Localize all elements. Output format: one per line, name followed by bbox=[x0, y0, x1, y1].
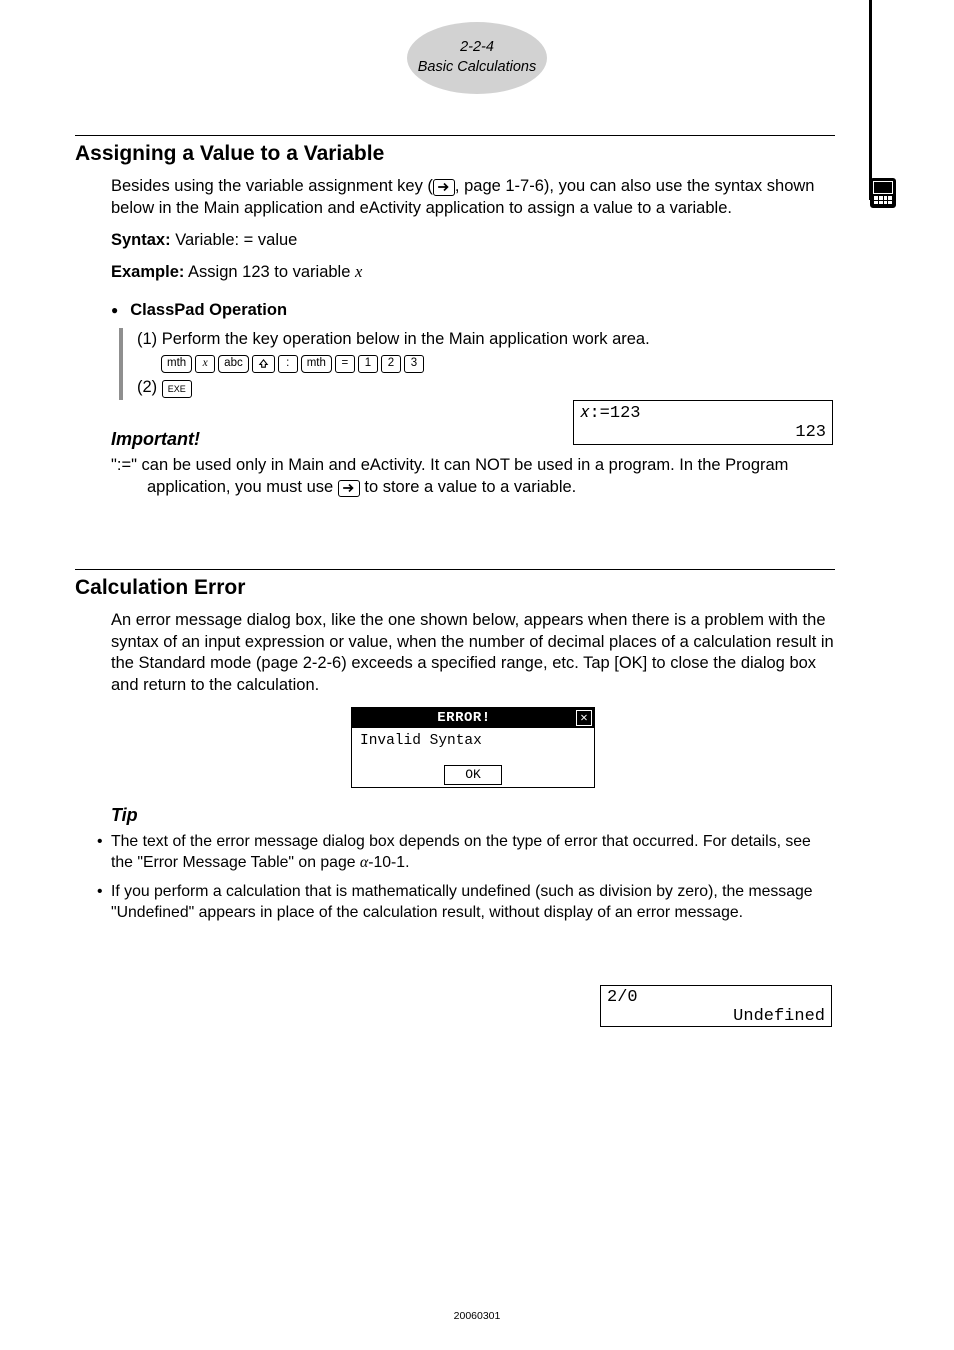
key-colon[interactable]: : bbox=[278, 355, 298, 373]
tip-item-2: If you perform a calculation that is mat… bbox=[97, 882, 835, 924]
section-rule-2 bbox=[75, 569, 835, 570]
assign-intro: Besides using the variable assignment ke… bbox=[111, 176, 835, 220]
sidebar-calculator-icon bbox=[870, 178, 896, 208]
footer-date-code: 20060301 bbox=[454, 1310, 501, 1322]
store-arrow-key-icon-2 bbox=[338, 480, 360, 497]
key-equals[interactable]: = bbox=[335, 355, 355, 373]
section-title-error: Calculation Error bbox=[75, 576, 835, 600]
page-number-label: 2-2-4 bbox=[460, 38, 494, 58]
tip-item-1: The text of the error message dialog box… bbox=[97, 832, 835, 874]
lcd-input-2: 2/0 bbox=[607, 988, 825, 1007]
key-mth[interactable]: mth bbox=[161, 355, 192, 373]
lcd-input: 𝑥:=123 bbox=[580, 403, 826, 423]
key-abc[interactable]: abc bbox=[218, 355, 249, 373]
page-header-badge: 2-2-4 Basic Calculations bbox=[407, 22, 547, 94]
close-icon[interactable]: ✕ bbox=[576, 710, 592, 726]
classpad-operation-block: (1) Perform the key operation below in t… bbox=[119, 328, 835, 400]
important-text: ":=" can be used only in Main and eActiv… bbox=[111, 455, 835, 499]
tip-heading: Tip bbox=[111, 804, 835, 828]
lcd-output-2: Undefined bbox=[607, 1007, 825, 1026]
error-intro: An error message dialog box, like the on… bbox=[111, 610, 835, 697]
key-3[interactable]: 3 bbox=[404, 355, 424, 373]
key-2[interactable]: 2 bbox=[381, 355, 401, 373]
lcd-display-assign: 𝑥:=123 123 bbox=[573, 400, 833, 445]
section-rule bbox=[75, 135, 835, 136]
syntax-line: Syntax: Variable: = value bbox=[111, 230, 835, 252]
key-sequence: mth x abc : mth = 1 2 3 bbox=[161, 355, 835, 373]
error-dialog-title: ERROR! bbox=[352, 709, 576, 727]
ok-button[interactable]: OK bbox=[444, 765, 502, 785]
key-x[interactable]: x bbox=[195, 355, 215, 373]
key-exe[interactable]: EXE bbox=[162, 380, 192, 398]
lcd-display-undefined: 2/0 Undefined bbox=[600, 985, 832, 1027]
key-mth-2[interactable]: mth bbox=[301, 355, 332, 373]
step-2-line: (2) EXE bbox=[137, 376, 835, 400]
step-1-text: (1) Perform the key operation below in t… bbox=[137, 328, 835, 352]
error-dialog-message: Invalid Syntax bbox=[352, 728, 594, 759]
error-dialog: ERROR! ✕ Invalid Syntax OK bbox=[351, 707, 595, 788]
lcd-output: 123 bbox=[580, 423, 826, 442]
error-dialog-titlebar: ERROR! ✕ bbox=[352, 708, 594, 728]
page-section-label: Basic Calculations bbox=[418, 58, 536, 78]
section-title-assign: Assigning a Value to a Variable bbox=[75, 142, 835, 166]
key-shift[interactable] bbox=[252, 355, 275, 373]
key-1[interactable]: 1 bbox=[358, 355, 378, 373]
example-line: Example: Assign 123 to variable x bbox=[111, 261, 835, 284]
store-arrow-key-icon bbox=[433, 179, 455, 196]
page-right-rule bbox=[869, 0, 872, 200]
classpad-operation-heading: ClassPad Operation bbox=[111, 300, 835, 322]
